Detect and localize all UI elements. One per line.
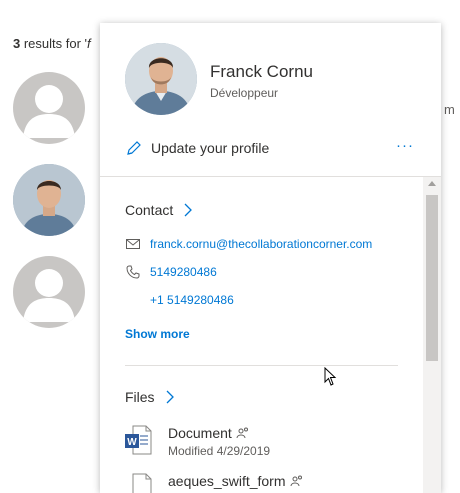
profile-card: Franck Cornu Développeur Update your pro… xyxy=(100,23,441,493)
files-section-header[interactable]: Files xyxy=(125,389,175,405)
file-item[interactable]: aeques_swift_form xyxy=(125,473,304,493)
scroll-up-arrow-icon[interactable] xyxy=(428,181,436,186)
document-icon xyxy=(132,473,152,493)
word-document-icon: W xyxy=(125,425,152,455)
mouse-cursor-icon xyxy=(324,367,337,386)
file-item[interactable]: W Document Modified 4/29/2019 xyxy=(125,425,270,458)
truncated-result-text: m xyxy=(444,102,455,117)
chevron-right-icon xyxy=(184,203,193,217)
more-options-button[interactable]: ··· xyxy=(396,137,414,154)
file-modified: Modified 4/29/2019 xyxy=(168,444,271,458)
person-photo-icon xyxy=(13,164,85,236)
results-summary: 3 results for 'f xyxy=(13,36,91,51)
phone-link[interactable]: 5149280486 xyxy=(150,265,217,279)
shared-icon xyxy=(290,475,302,487)
profile-name: Franck Cornu xyxy=(210,62,313,81)
phone-icon xyxy=(125,264,141,280)
phone2-link[interactable]: +1 5149280486 xyxy=(150,293,234,307)
mail-icon xyxy=(125,236,141,252)
result-avatar-placeholder[interactable] xyxy=(13,72,85,144)
chevron-right-icon xyxy=(166,390,174,404)
update-profile-label: Update your profile xyxy=(151,140,270,156)
phone-row: 5149280486 xyxy=(125,263,217,281)
results-text: results for ' xyxy=(20,36,88,51)
contact-section-header[interactable]: Contact xyxy=(125,202,193,218)
person-placeholder-icon xyxy=(23,269,75,322)
svg-text:W: W xyxy=(127,437,137,448)
result-avatar-photo[interactable] xyxy=(13,164,85,236)
update-profile-link[interactable]: Update your profile xyxy=(125,138,269,158)
profile-photo xyxy=(125,43,197,115)
show-more-link[interactable]: Show more xyxy=(125,327,190,341)
section-divider xyxy=(125,365,398,366)
shared-icon xyxy=(236,427,248,439)
files-heading: Files xyxy=(125,389,155,405)
contact-heading: Contact xyxy=(125,202,174,218)
profile-details: Contact franck.cornu@thecollaborationcor… xyxy=(100,177,441,493)
result-avatar-placeholder[interactable] xyxy=(13,256,85,328)
pencil-icon xyxy=(127,140,141,155)
results-query: f xyxy=(87,36,91,51)
email-link[interactable]: franck.cornu@thecollaborationcorner.com xyxy=(150,237,372,251)
profile-job-title: Développeur xyxy=(210,86,279,100)
person-photo-icon xyxy=(125,43,197,115)
file-name: aeques_swift_form xyxy=(168,473,286,489)
profile-header: Franck Cornu Développeur Update your pro… xyxy=(100,23,441,176)
scrollbar-thumb[interactable] xyxy=(426,195,438,361)
vertical-scrollbar[interactable] xyxy=(423,177,441,493)
phone2-row: +1 5149280486 xyxy=(125,291,234,309)
person-placeholder-icon xyxy=(23,85,75,138)
file-name: Document xyxy=(168,425,232,441)
email-row: franck.cornu@thecollaborationcorner.com xyxy=(125,235,372,253)
